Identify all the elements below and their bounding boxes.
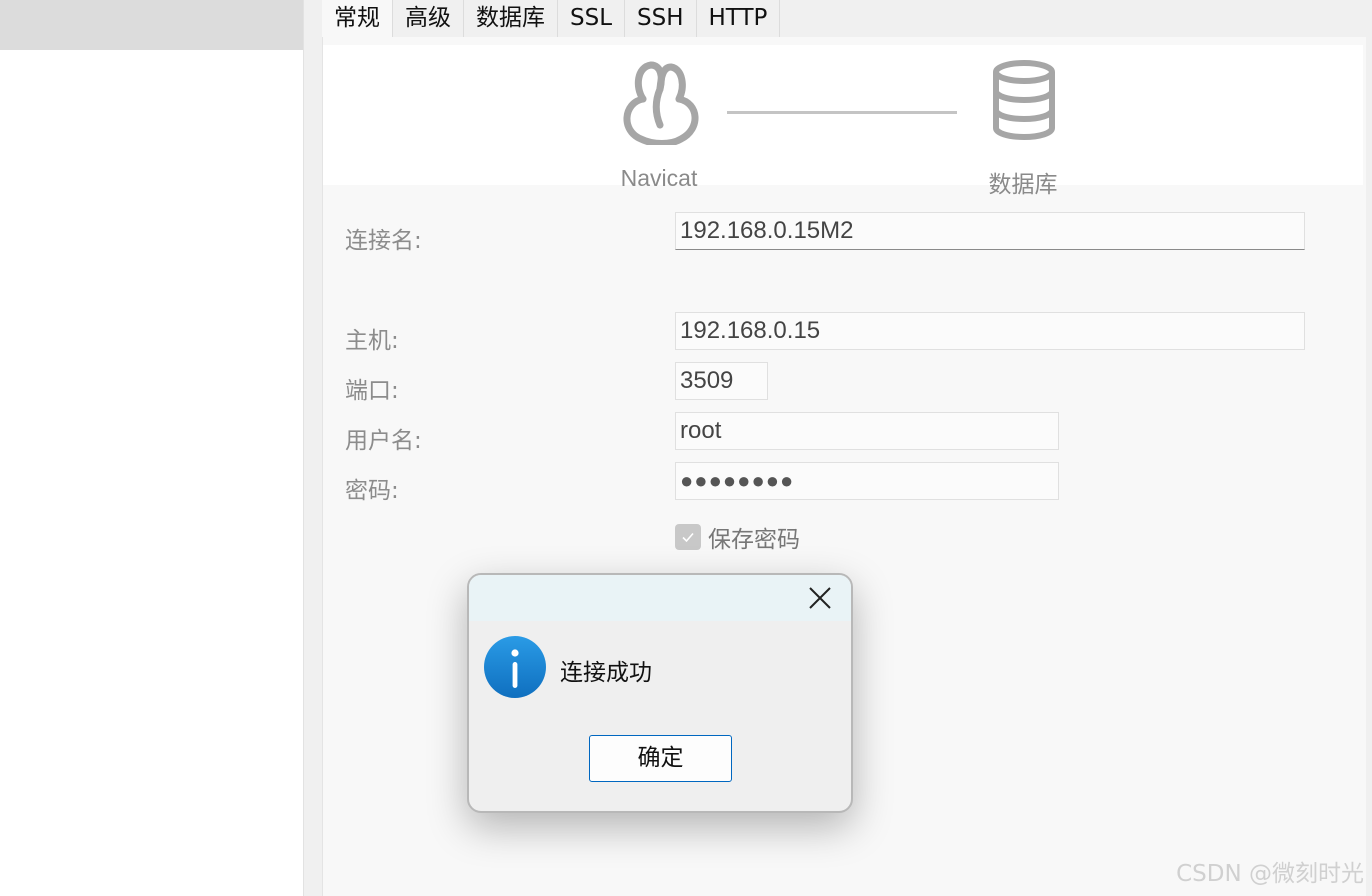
ok-button[interactable]: 确定 <box>589 735 732 782</box>
save-password-option[interactable]: 保存密码 <box>675 520 800 554</box>
dialog-message: 连接成功 <box>560 660 652 686</box>
tab-database[interactable]: 数据库 <box>464 0 558 38</box>
tab-ssh[interactable]: SSH <box>625 0 697 38</box>
tab-ssl[interactable]: SSL <box>558 0 626 38</box>
dialog-titlebar <box>469 575 851 621</box>
tab-advanced[interactable]: 高级 <box>393 0 464 38</box>
navicat-label: Navicat <box>620 165 698 191</box>
host-field[interactable]: 192.168.0.15 <box>675 312 1305 350</box>
tab-general[interactable]: 常规 <box>322 0 393 38</box>
port-label: 端口: <box>345 378 399 404</box>
selected-connection-row[interactable] <box>0 0 303 50</box>
connection-name-field[interactable]: 192.168.0.15M2 <box>675 212 1305 250</box>
checkmark-icon <box>682 532 694 543</box>
save-password-checkbox[interactable] <box>675 524 701 550</box>
password-field[interactable]: ●●●●●●●● <box>675 462 1059 500</box>
watermark: CSDN @微刻时光 <box>1176 861 1364 887</box>
port-field[interactable]: 3509 <box>675 362 768 400</box>
connection-banner: Navicat 数据库 <box>323 45 1363 198</box>
host-label: 主机: <box>345 328 399 354</box>
connection-name-label: 连接名: <box>345 228 422 254</box>
password-label: 密码: <box>345 478 399 504</box>
close-icon[interactable] <box>807 585 833 611</box>
database-icon <box>993 60 1055 141</box>
connection-line <box>727 111 957 114</box>
navicat-logo-icon <box>623 61 699 145</box>
username-field[interactable]: root <box>675 412 1059 450</box>
database-label: 数据库 <box>988 172 1058 198</box>
tab-bar: 常规 高级 数据库 SSL SSH HTTP <box>322 0 781 38</box>
info-icon <box>484 636 546 698</box>
connection-success-dialog: 连接成功 确定 <box>467 573 853 813</box>
save-password-label: 保存密码 <box>708 527 800 553</box>
tab-http[interactable]: HTTP <box>696 0 781 38</box>
connection-list-pane <box>0 0 304 896</box>
username-label: 用户名: <box>345 428 422 454</box>
